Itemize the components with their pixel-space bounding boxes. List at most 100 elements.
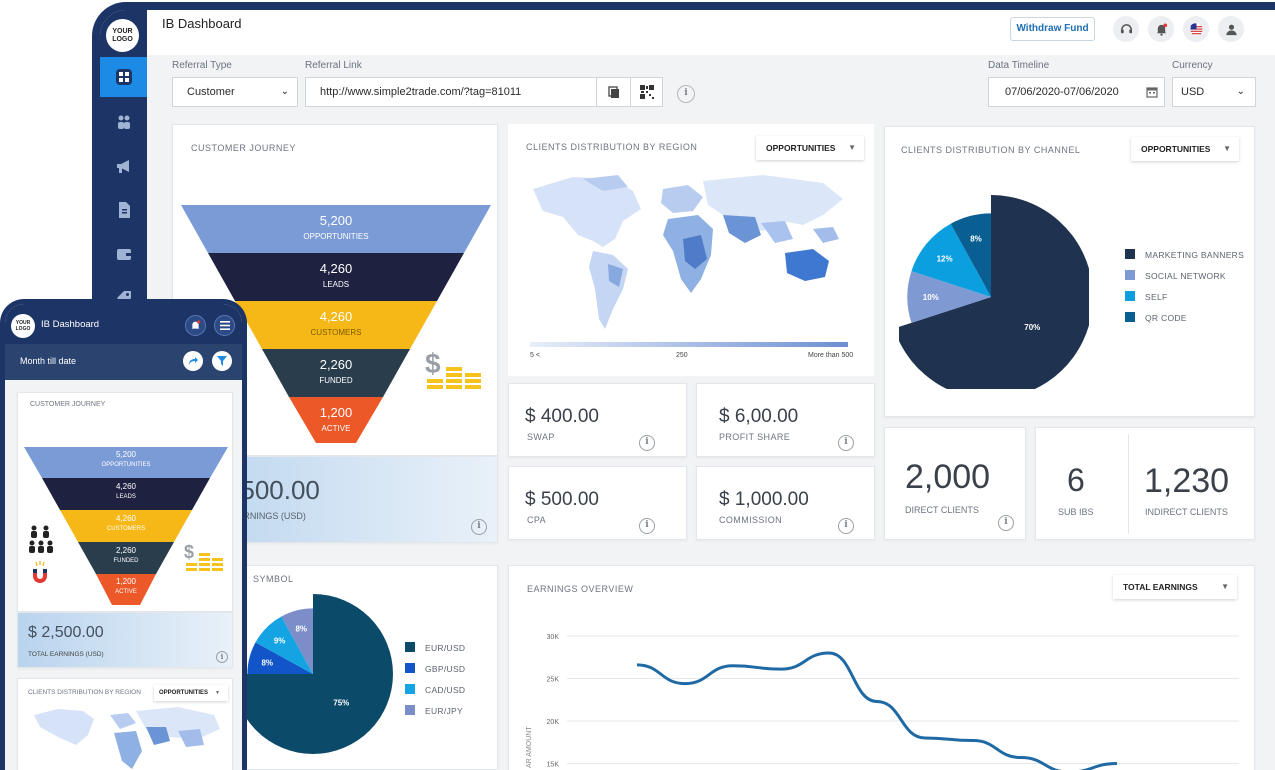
hamburger-icon: [219, 321, 230, 330]
notifications-button[interactable]: [1148, 16, 1174, 42]
kpi-card-swap: $ 400.00 SWAP i: [508, 383, 687, 457]
copy-icon: [607, 85, 619, 98]
kpi-value: $ 6,00.00: [719, 406, 799, 427]
legend-label: SOCIAL NETWORK: [1145, 271, 1226, 281]
funnel-label: LEADS: [116, 494, 136, 500]
channel-card: CLIENTS DISTRIBUTION BY CHANNEL OPPORTUN…: [884, 126, 1255, 417]
legend-item: SELF: [1125, 291, 1244, 302]
mobile-earnings-card: $ 2,500.00 TOTAL EARNINGS (USD) i: [17, 612, 233, 668]
kpi-card-cpa: $ 500.00 CPA i: [508, 466, 687, 540]
language-button[interactable]: [1183, 16, 1209, 42]
info-icon[interactable]: i: [216, 651, 228, 663]
scale-max-label: More than 500: [808, 352, 854, 359]
withdraw-fund-button[interactable]: Withdraw Fund: [1010, 17, 1095, 41]
legend-label: MARKETING BANNERS: [1145, 250, 1245, 260]
legend-label: CAD/USD: [425, 685, 466, 695]
earnings-dropdown-value: TOTAL EARNINGS: [1123, 582, 1198, 592]
divider: [1128, 434, 1129, 534]
filter-icon: [217, 356, 227, 366]
nav-clients[interactable]: [100, 102, 147, 142]
funnel-value: 5,200: [115, 450, 137, 459]
mobile-menu-button[interactable]: [214, 315, 235, 336]
currency-label: Currency: [1172, 60, 1213, 71]
mobile-filter-button[interactable]: [212, 351, 232, 371]
nav-reports[interactable]: [100, 190, 147, 230]
y-tick-label: 20K: [547, 719, 560, 726]
mobile-subheader: Month till date: [5, 344, 242, 380]
copy-link-button[interactable]: [596, 78, 630, 106]
mobile-title: IB Dashboard: [41, 319, 100, 330]
mobile-period-label: Month till date: [20, 356, 77, 366]
kpi-label: CPA: [527, 515, 547, 525]
kpi-label: PROFIT SHARE: [719, 432, 791, 442]
date-range-input[interactable]: 07/06/2020-07/06/2020: [988, 77, 1165, 107]
legend-item: CAD/USD: [405, 684, 465, 695]
caret-down-icon: ▼: [1221, 582, 1229, 591]
dollar-coins-icon: $: [425, 348, 481, 389]
qr-code-button[interactable]: [630, 78, 663, 106]
channel-legend: MARKETING BANNERS SOCIAL NETWORK SELF QR…: [1125, 249, 1244, 333]
referral-info-icon[interactable]: i: [677, 85, 695, 103]
chevron-down-icon: ⌄: [1236, 86, 1245, 97]
legend-item: QR CODE: [1125, 312, 1244, 323]
info-icon[interactable]: i: [838, 435, 854, 451]
mobile-share-button[interactable]: [183, 351, 203, 371]
info-icon[interactable]: i: [639, 435, 655, 451]
region-dropdown[interactable]: OPPORTUNITIES ▼: [756, 136, 864, 160]
pie-slice-label: 9%: [274, 637, 286, 646]
mobile-region-dropdown[interactable]: OPPORTUNITIES ▼: [154, 685, 228, 701]
pie-slice-label: 8%: [261, 658, 273, 667]
channel-dropdown[interactable]: OPPORTUNITIES ▼: [1131, 137, 1239, 161]
info-icon[interactable]: i: [838, 518, 854, 534]
ib-clients-card: 6 SUB IBS 1,230 INDIRECT CLIENTS: [1035, 427, 1255, 540]
support-button[interactable]: [1113, 16, 1139, 42]
nav-wallet[interactable]: [100, 234, 147, 274]
info-icon[interactable]: i: [998, 515, 1014, 531]
info-icon[interactable]: i: [471, 519, 487, 535]
funnel-label: LEADS: [322, 280, 350, 289]
region-card: CLIENTS DISTRIBUTION BY REGION OPPORTUNI…: [508, 124, 874, 376]
symbol-title: SYMBOL: [253, 574, 294, 584]
sub-ibs-value: 6: [1067, 462, 1085, 498]
mobile-region-card: CLIENTS DISTRIBUTION BY REGION OPPORTUNI…: [17, 678, 233, 770]
pie-slice-label: 8%: [970, 235, 982, 244]
scale-min-label: 5 <: [530, 352, 540, 359]
funnel-value: 4,260: [115, 514, 137, 523]
pie-slice-label: 8%: [295, 624, 307, 633]
legend-label: QR CODE: [1145, 313, 1187, 323]
referral-type-select[interactable]: Customer ⌄: [172, 77, 298, 107]
nav-marketing[interactable]: [100, 146, 147, 186]
desktop-frame: YOUR LOGO IB Dashboard Withdraw Fund Ref…: [92, 2, 1275, 770]
kpi-card-commission: $ 1,000.00 COMMISSION i: [696, 466, 875, 540]
pie-slice-label: 10%: [923, 293, 939, 302]
profile-button[interactable]: [1218, 16, 1244, 42]
earnings-line-chart: 30K 25K 20K 15K AR AMOUNT: [526, 634, 1239, 770]
earnings-overview-card: EARNINGS OVERVIEW TOTAL EARNINGS ▼ 30K 25K…: [508, 565, 1255, 770]
caret-down-icon: ▼: [215, 690, 220, 696]
document-icon: [118, 202, 130, 218]
nav-dashboard[interactable]: [100, 57, 147, 97]
date-range-value: 07/06/2020-07/06/2020: [1005, 86, 1119, 98]
referral-link-field[interactable]: http://www.simple2trade.com/?tag=81011: [305, 77, 663, 107]
y-tick-label: 30K: [547, 634, 560, 641]
data-timeline-label: Data Timeline: [988, 60, 1050, 71]
currency-select[interactable]: USD ⌄: [1172, 77, 1256, 107]
scale-mid-label: 250: [676, 352, 688, 359]
region-dropdown-value: OPPORTUNITIES: [766, 143, 836, 153]
funnel-value: 5,200: [319, 213, 353, 228]
bell-icon: [1156, 22, 1167, 36]
legend-label: EUR/JPY: [425, 706, 463, 716]
indirect-clients-value: 1,230: [1144, 462, 1230, 500]
info-icon[interactable]: i: [639, 518, 655, 534]
referral-type-value: Customer: [187, 86, 235, 98]
mobile-frame: YOUR LOGO IB Dashboard Month till date C…: [0, 299, 247, 770]
mobile-notifications-button[interactable]: [185, 315, 206, 336]
channel-dropdown-value: OPPORTUNITIES: [1141, 144, 1211, 154]
mobile-world-map: [34, 707, 220, 769]
funnel-label: CUSTOMERS: [106, 526, 146, 532]
currency-value: USD: [1181, 86, 1205, 98]
earnings-dropdown[interactable]: TOTAL EARNINGS ▼: [1113, 575, 1237, 599]
topbar: IB Dashboard Withdraw Fund: [147, 10, 1275, 55]
mobile-header: YOUR LOGO IB Dashboard Month till date: [5, 304, 242, 380]
qr-code-icon: [640, 85, 654, 99]
